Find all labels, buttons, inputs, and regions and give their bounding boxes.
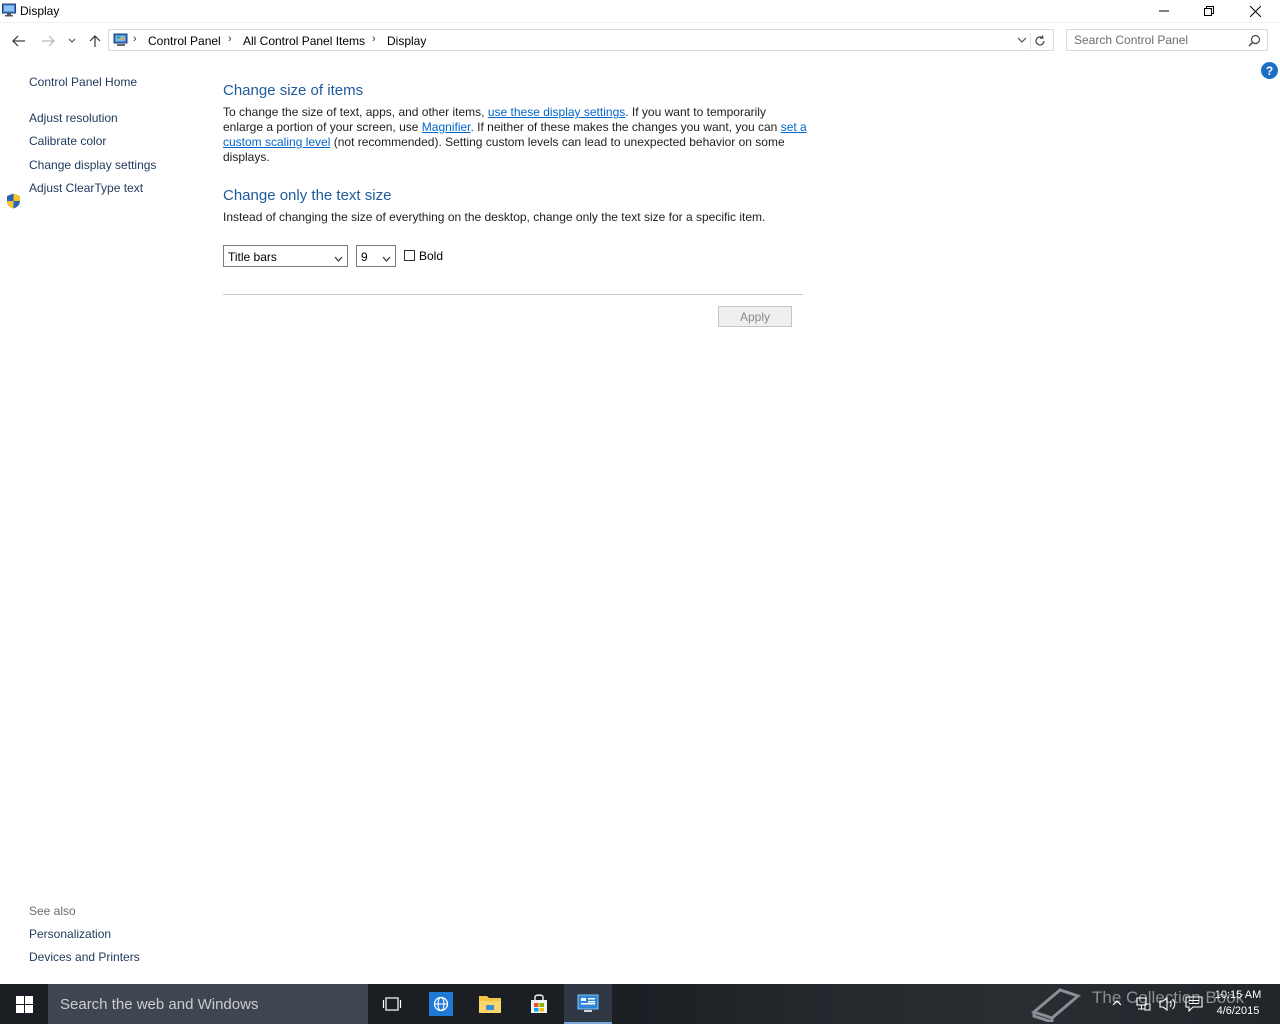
text-size-heading: Change only the text size [223,187,392,204]
display-settings-link[interactable]: use these display settings [488,105,625,119]
breadcrumb-all-items[interactable]: All Control Panel Items [243,34,365,48]
control-panel-icon [113,33,129,50]
control-panel-taskbar-button[interactable] [564,984,612,1024]
volume-tray-button[interactable] [1159,996,1177,1015]
file-explorer-taskbar-button[interactable] [466,984,514,1024]
uac-shield-icon [6,193,21,212]
description-text: . If neither of these makes the changes … [470,120,781,134]
task-view-button[interactable] [368,984,416,1024]
network-tray-button[interactable] [1135,996,1151,1015]
breadcrumb-control-panel[interactable]: Control Panel [148,34,221,48]
store-bag-icon [531,994,547,1013]
minimize-button[interactable] [1141,0,1187,22]
back-button[interactable] [9,31,29,51]
folder-icon [479,996,501,1013]
see-also-heading: See also [29,904,76,918]
change-display-settings-link[interactable]: Change display settings [29,158,156,172]
description-text: To change the size of text, apps, and ot… [223,105,488,119]
recent-locations-button[interactable] [62,31,82,51]
chevron-down-icon [68,38,76,43]
left-pane: Control Panel Home Adjust resolution Cal… [0,60,200,980]
chevron-down-icon [334,252,343,266]
bold-checkbox[interactable] [404,250,415,261]
display-app-icon [2,3,16,17]
up-button[interactable] [85,31,105,51]
chevron-down-icon [1017,37,1027,43]
taskbar-search-box[interactable]: Search the web and Windows [48,984,368,1024]
magnifier-link[interactable]: Magnifier [422,120,471,134]
speaker-icon [1159,996,1176,1012]
control-panel-home-link[interactable]: Control Panel Home [29,75,137,89]
address-bar[interactable]: › Control Panel › All Control Panel Item… [108,29,1054,51]
window-title: Display [20,4,60,18]
text-size-description: Instead of changing the size of everythi… [223,210,766,224]
search-box[interactable] [1066,29,1268,51]
show-hidden-icons-button[interactable] [1112,996,1122,1010]
clock-date: 4/6/2015 [1216,1005,1260,1017]
chevron-down-icon [382,252,391,266]
control-panel-icon [577,994,599,1012]
taskbar-search-placeholder: Search the web and Windows [60,996,259,1013]
forward-button[interactable] [38,31,58,51]
search-icon[interactable] [1248,34,1261,50]
taskbar: Search the web and Windows The Collectio… [0,984,1280,1024]
adjust-resolution-link[interactable]: Adjust resolution [29,111,118,125]
help-icon: ? [1265,63,1274,78]
network-icon [1136,997,1151,1011]
font-size-select[interactable]: 9 [356,245,396,267]
apply-button[interactable]: Apply [718,306,792,327]
breadcrumb-separator-icon: › [133,33,137,45]
change-size-heading: Change size of items [223,82,364,99]
globe-icon [429,992,453,1016]
help-button[interactable]: ? [1261,62,1278,79]
minimize-icon [1159,10,1169,12]
close-button[interactable] [1232,0,1278,22]
change-size-description: To change the size of text, apps, and ot… [223,105,807,165]
font-size-value: 9 [361,250,368,264]
arrow-up-icon [89,35,101,47]
bold-label[interactable]: Bold [419,249,443,263]
title-bar: Display [0,0,1280,23]
devices-and-printers-link[interactable]: Devices and Printers [29,950,140,964]
browser-taskbar-button[interactable] [417,984,465,1024]
restore-icon [1204,6,1214,16]
task-view-icon [382,997,402,1011]
book-watermark-icon [1030,986,1082,1024]
arrow-left-icon [12,35,25,47]
adjust-cleartype-link[interactable]: Adjust ClearType text [29,181,143,195]
calibrate-color-link[interactable]: Calibrate color [29,134,106,148]
item-select[interactable]: Title bars [223,245,348,267]
chevron-up-icon [1112,1000,1122,1006]
breadcrumb-display[interactable]: Display [387,34,426,48]
restore-button[interactable] [1186,0,1232,22]
breadcrumb-separator-icon: › [228,33,232,45]
item-select-value: Title bars [228,250,277,264]
breadcrumb-separator-icon: › [372,33,376,45]
store-taskbar-button[interactable] [515,984,563,1024]
start-button[interactable] [0,984,48,1024]
arrow-right-icon [42,35,55,47]
search-input[interactable] [1067,30,1250,50]
clock[interactable]: 10:15 AM 4/6/2015 [1200,987,1276,1019]
refresh-button[interactable] [1030,33,1049,49]
divider [223,294,803,295]
close-icon [1249,5,1261,17]
address-history-button[interactable] [1017,34,1027,48]
clock-time: 10:15 AM [1214,989,1262,1001]
refresh-icon [1035,35,1045,46]
personalization-link[interactable]: Personalization [29,927,111,941]
windows-logo-icon [15,995,33,1013]
